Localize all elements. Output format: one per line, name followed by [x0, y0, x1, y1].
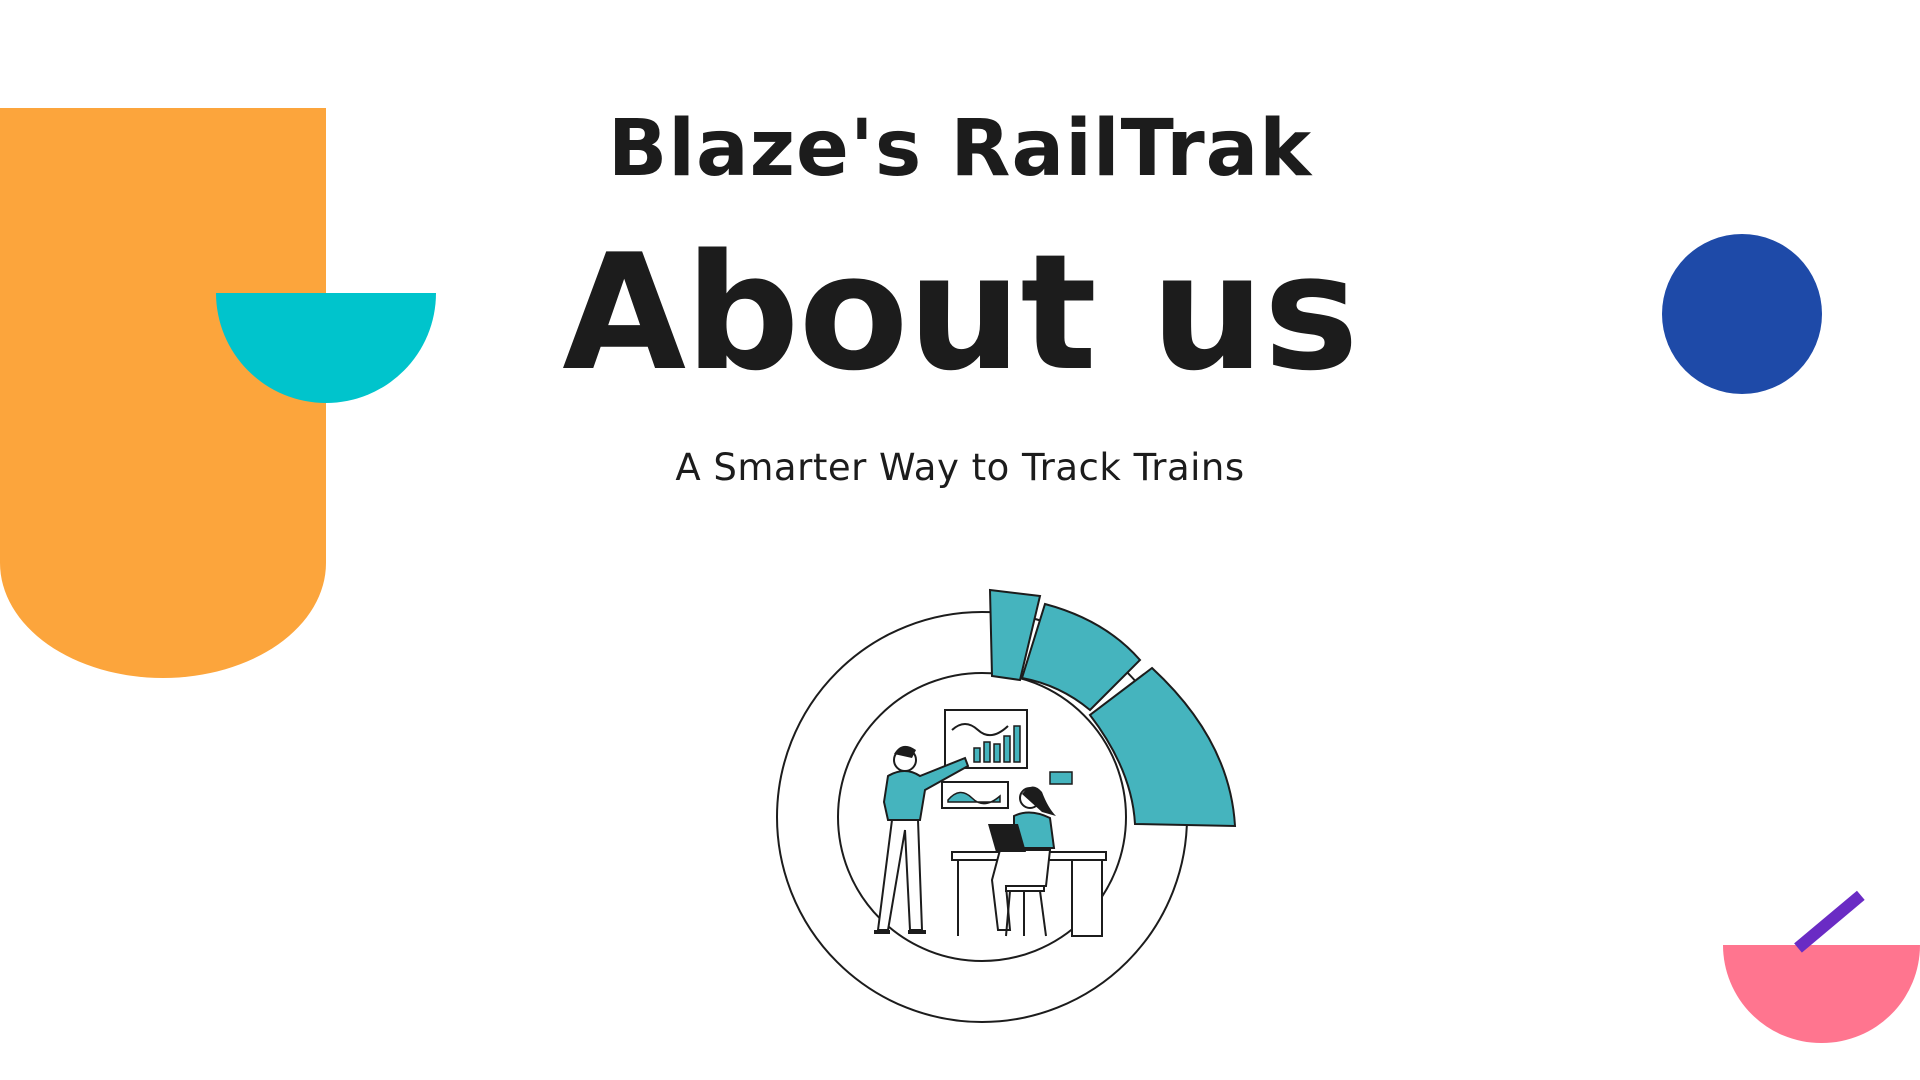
- purple-line-decoration: [1794, 890, 1865, 953]
- standing-person: [874, 745, 970, 934]
- brand-title: Blaze's RailTrak: [607, 104, 1313, 194]
- tagline: A Smarter Way to Track Trains: [675, 446, 1245, 489]
- chat-bubble: [1049, 771, 1073, 785]
- wave-card: [941, 781, 1009, 809]
- team-analytics-illustration-icon: [776, 588, 1237, 1023]
- pink-half-circle-decoration: [1723, 945, 1920, 1043]
- arc-segment-3: [1088, 666, 1237, 828]
- page-title: About us: [562, 219, 1359, 406]
